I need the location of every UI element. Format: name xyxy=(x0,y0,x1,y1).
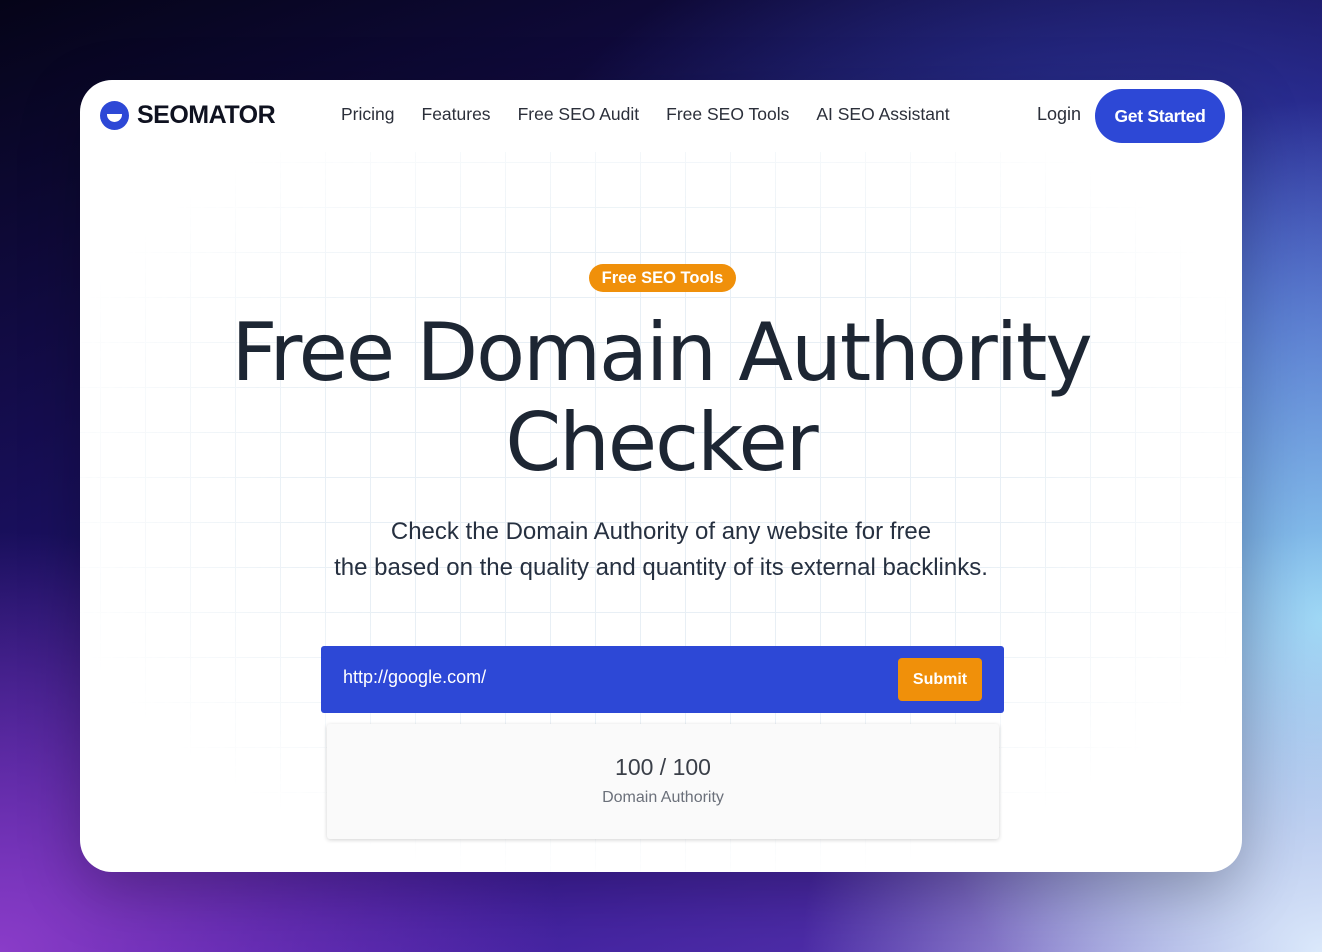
nav-links: Pricing Features Free SEO Audit Free SEO… xyxy=(341,104,977,125)
title-line-1: Free Domain Authority xyxy=(231,306,1092,399)
page-subtitle: Check the Domain Authority of any websit… xyxy=(80,514,1242,586)
page-card: SEOMATOR Pricing Features Free SEO Audit… xyxy=(80,80,1242,872)
nav-link-ai-seo-assistant[interactable]: AI SEO Assistant xyxy=(816,104,949,125)
nav-link-free-seo-audit[interactable]: Free SEO Audit xyxy=(518,104,640,125)
login-link[interactable]: Login xyxy=(1037,104,1081,125)
get-started-button[interactable]: Get Started xyxy=(1095,89,1225,143)
nav-link-pricing[interactable]: Pricing xyxy=(341,104,395,125)
logo-text: SEOMATOR xyxy=(137,100,276,129)
subtitle-line-1: Check the Domain Authority of any websit… xyxy=(390,518,932,545)
domain-authority-label: Domain Authority xyxy=(602,789,724,806)
domain-check-form: Submit xyxy=(321,646,1004,713)
page-title: Free Domain Authority Checker xyxy=(80,308,1242,488)
nav-link-free-seo-tools[interactable]: Free SEO Tools xyxy=(666,104,789,125)
top-nav: SEOMATOR Pricing Features Free SEO Audit… xyxy=(80,80,1242,152)
result-card: 100 / 100 Domain Authority xyxy=(327,724,999,839)
free-seo-tools-badge: Free SEO Tools xyxy=(589,264,736,292)
domain-authority-score: 100 / 100 xyxy=(615,754,711,780)
subtitle-line-2: the based on the quality and quantity of… xyxy=(334,554,988,581)
title-line-2: Checker xyxy=(505,396,818,489)
nav-link-features[interactable]: Features xyxy=(422,104,491,125)
logo[interactable]: SEOMATOR xyxy=(100,100,276,130)
submit-button[interactable]: Submit xyxy=(898,658,982,701)
seomator-logo-icon xyxy=(100,100,129,130)
url-input[interactable] xyxy=(343,667,863,688)
